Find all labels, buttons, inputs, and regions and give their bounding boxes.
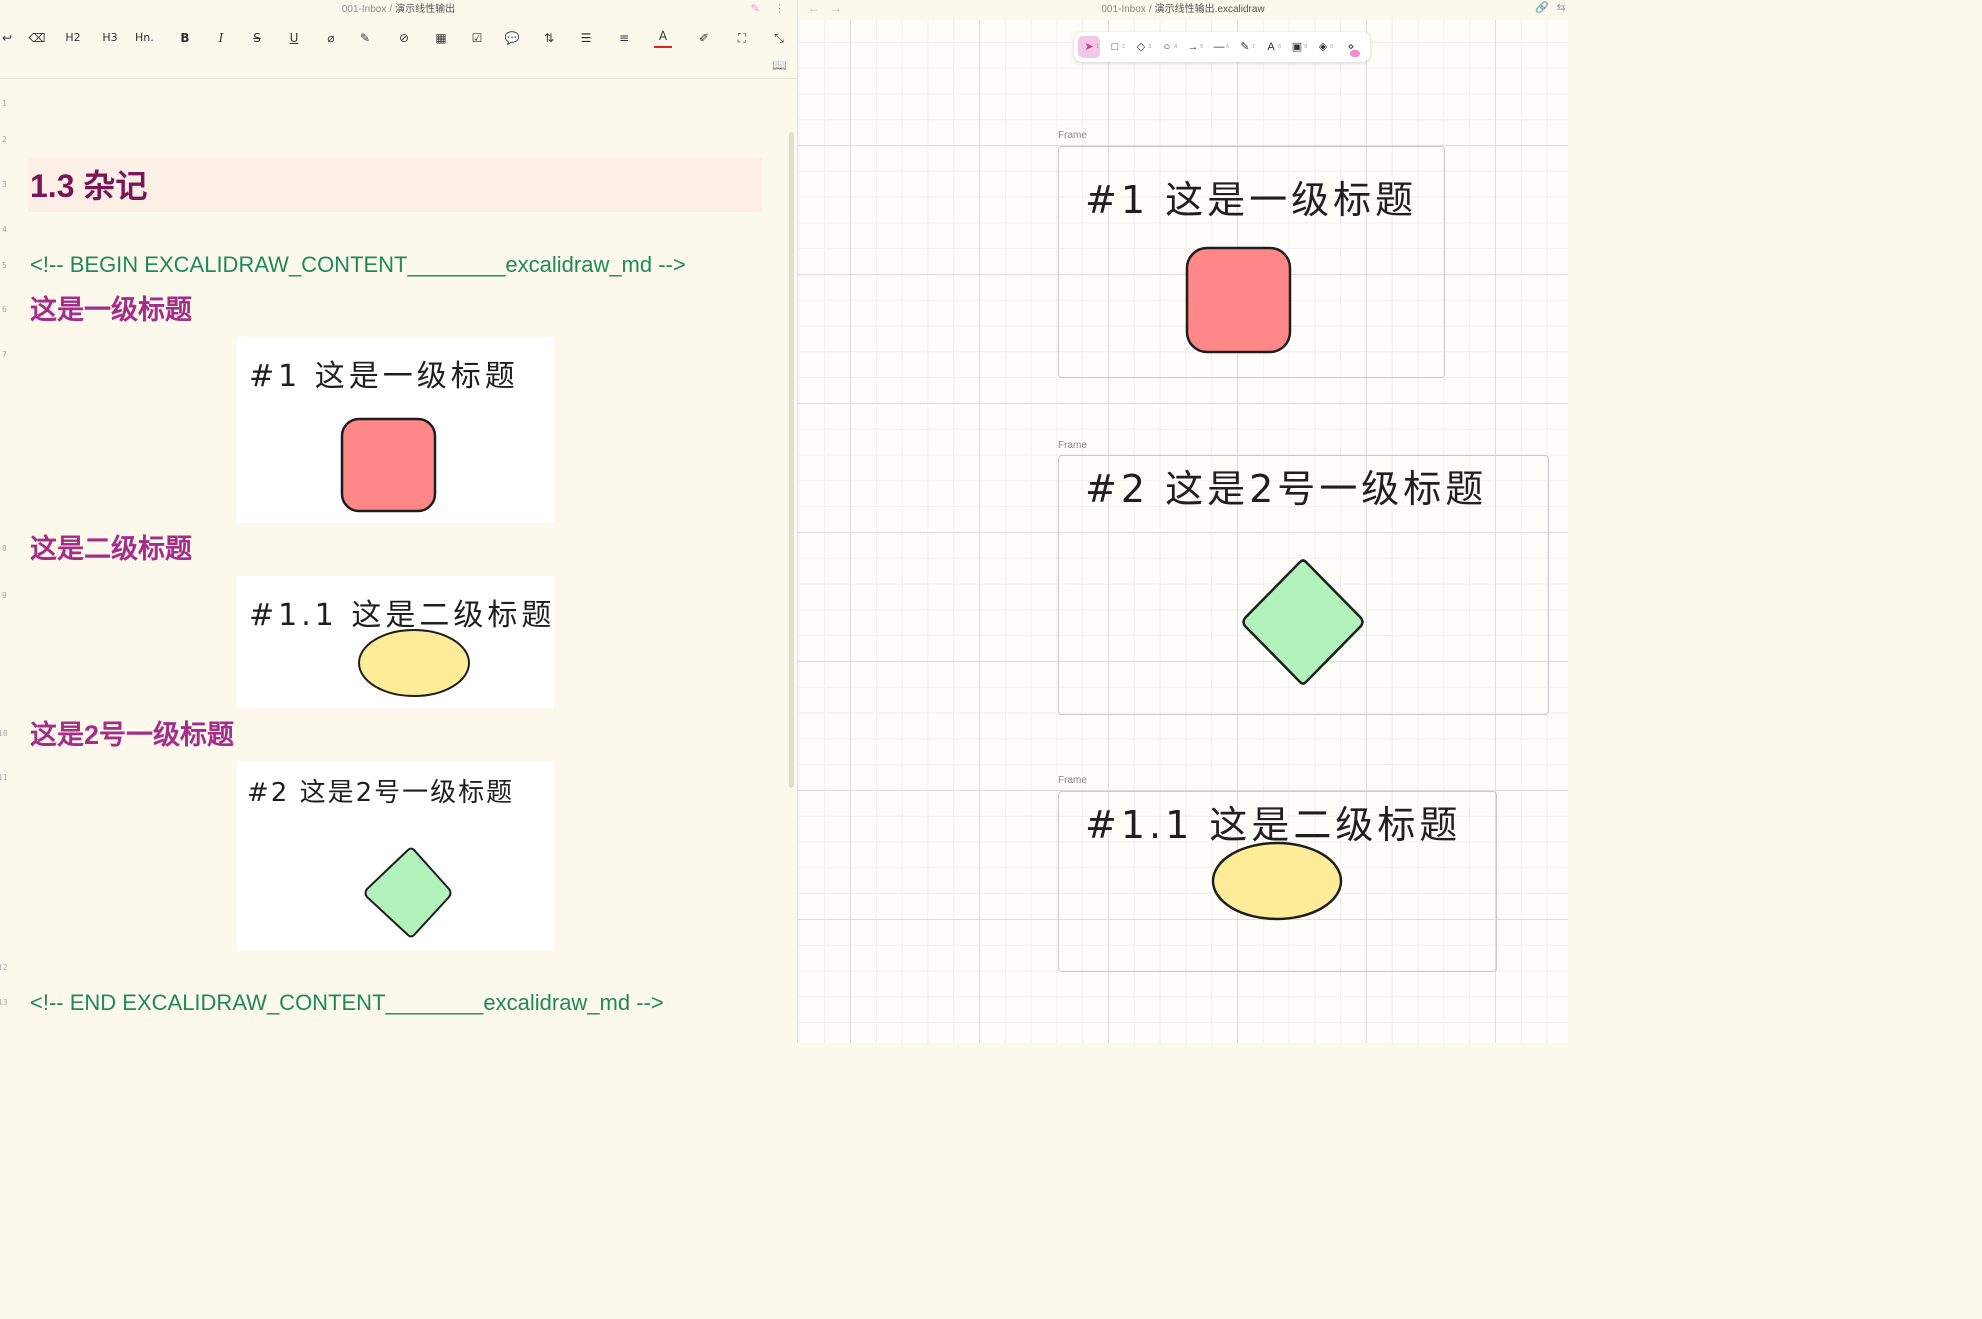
markdown-editor-pane: 001-Inbox / 演示线性输出 ✎ ⋮ ↩ ⌫ H2 H3 Hn. B I S… [0,0,797,1043]
underline-button[interactable]: U [285,28,303,48]
strikethrough-button[interactable]: S [248,28,266,48]
line-number: 1 [2,99,7,108]
section-heading-1[interactable]: 这是一级标题 [30,293,192,327]
more-tools-icon[interactable]: ⋄ [1340,36,1362,58]
excalidraw-canvas-pane[interactable]: 001-Inbox / 演示线性输出.excalidraw ←→ 🔗 ⇆ ➤ 1 □ 2… [798,0,1568,1043]
breadcrumb-separator: / [389,4,393,15]
history-navigation: ←→ [808,1,852,15]
yellow-ellipse-shape [358,629,470,697]
excalidraw-toolbar: ➤ 1 □ 2 ◇ 3 ○ 4 → 5 —6 ✎ 7 A8 ▣ 9 ◈ 0 ⋄ [1074,32,1370,62]
fullscreen-icon[interactable]: ⛶ [733,28,751,48]
toolbar-divider [0,78,797,79]
align-icon[interactable]: ≡ [615,28,633,48]
breadcrumb-folder[interactable]: 001-Inbox [342,4,386,15]
arrow-tool-icon[interactable]: → 5 [1182,36,1204,58]
line-number: 6 [2,305,7,314]
italic-button[interactable]: I [212,28,230,48]
edit-note-icon[interactable]: ✎ [356,28,374,48]
green-diamond-shape[interactable] [1239,558,1367,686]
red-rounded-square-shape[interactable] [1185,246,1293,354]
undo-icon[interactable]: ↩ [0,28,16,48]
rectangle-tool-icon[interactable]: □ 2 [1104,36,1126,58]
attachment-icon[interactable]: ⊘ [395,28,413,48]
line-number: 3 [2,180,7,189]
breadcrumb-folder[interactable]: 001-Inbox [1101,4,1145,15]
section-heading-2[interactable]: 这是二级标题 [30,532,192,566]
line-number: 13 [0,998,8,1007]
reading-view-icon[interactable]: 📖 [772,58,787,72]
draw-tool-icon[interactable]: ✎ 7 [1234,36,1256,58]
frame-text[interactable]: #1 这是一级标题 [1085,169,1417,224]
link-icon[interactable]: 🔗 [1535,1,1549,14]
heading-2-button[interactable]: H2 [64,28,82,48]
heading-n-button[interactable]: Hn. [135,28,154,48]
line-number: 10 [0,729,8,738]
section-heading-3[interactable]: 这是2号一级标题 [30,718,234,752]
green-diamond-shape [364,847,452,938]
callout-icon[interactable]: 💬 [503,28,521,48]
frame-text[interactable]: #2 这是2号一级标题 [1085,458,1487,513]
note-breadcrumb: 001-Inbox / 演示线性输出 [0,0,797,20]
red-rounded-square-shape [340,417,437,513]
frame-label[interactable]: Frame [1058,440,1087,451]
line-number: 12 [0,963,8,972]
frame-2[interactable]: #2 这是2号一级标题 [1058,455,1549,715]
edit-mode-icon[interactable]: ✎ [751,2,760,15]
highlighter-icon[interactable]: ✐ [695,28,713,48]
table-icon[interactable]: ▦ [432,28,450,48]
checklist-icon[interactable]: ☑ [468,28,486,48]
line-tool-icon[interactable]: —6 [1208,36,1230,58]
more-options-icon[interactable]: ⋮ [774,2,785,15]
collapse-icon[interactable]: ⤡ [770,28,788,48]
line-number: 4 [2,225,7,234]
eraser-icon[interactable]: ⌀ [322,28,340,48]
line-number: 8 [2,544,7,553]
text-tool-icon[interactable]: A8 [1260,36,1282,58]
forward-arrow-icon[interactable]: → [830,1,852,15]
selection-tool-icon[interactable]: ➤ 1 [1078,36,1100,58]
line-number: 2 [2,135,7,144]
drawing-embed-2[interactable]: #1.1 这是二级标题 [237,576,554,708]
text-format-icon[interactable]: ⇅ [540,28,558,48]
frame-label[interactable]: Frame [1058,130,1087,141]
heading-3-button[interactable]: H3 [101,28,119,48]
line-number: 9 [2,591,7,600]
back-arrow-icon[interactable]: ← [808,1,830,15]
frame-1[interactable]: #1 这是一级标题 [1058,146,1445,378]
drawing-embed-text: #1 这是一级标题 [249,359,519,394]
yellow-ellipse-shape[interactable] [1211,841,1345,923]
clear-format-icon[interactable]: ⌫ [28,28,46,48]
ellipse-tool-icon[interactable]: ○ 4 [1156,36,1178,58]
drawing-embed-text: #2 这是2号一级标题 [247,778,515,808]
editor-toolbar: ↩ ⌫ H2 H3 Hn. B I S U ⌀ ✎ ⊘ ▦ ☑ 💬 ⇅ ☰ ≡ … [0,22,797,54]
list-icon[interactable]: ☰ [577,28,595,48]
drawing-embed-text: #1.1 这是二级标题 [249,598,556,633]
breadcrumb-separator: / [1148,4,1152,15]
frame-3[interactable]: #1.1 这是二级标题 [1058,791,1497,972]
note-header-actions: ✎ ⋮ [751,2,785,15]
drawing-embed-3[interactable]: #2 这是2号一级标题 [237,762,554,950]
bold-button[interactable]: B [176,28,194,48]
eraser-tool-icon[interactable]: ◈ 0 [1312,36,1334,58]
breadcrumb-file[interactable]: 演示线性输出 [395,4,455,15]
breadcrumb-file[interactable]: 演示线性输出.excalidraw [1155,4,1265,15]
line-number: 7 [2,350,7,359]
editor-scrollbar[interactable] [789,132,794,788]
drawing-embed-1[interactable]: #1 这是一级标题 [237,337,554,523]
image-tool-icon[interactable]: ▣ 9 [1286,36,1308,58]
excalidraw-end-comment[interactable]: <!-- END EXCALIDRAW_CONTENT________excal… [30,990,664,1016]
line-number: 5 [2,261,7,270]
ai-badge [1350,50,1360,57]
view-mode-icon[interactable]: ⇆ [1557,1,1566,14]
frame-label[interactable]: Frame [1058,775,1087,786]
font-color-button[interactable]: A [654,28,672,48]
note-heading[interactable]: 1.3 杂记 [30,164,147,208]
excalidraw-begin-comment[interactable]: <!-- BEGIN EXCALIDRAW_CONTENT________exc… [30,252,686,278]
drawing-header-actions: 🔗 ⇆ [1535,1,1566,14]
diamond-tool-icon[interactable]: ◇ 3 [1130,36,1152,58]
drawing-breadcrumb: 001-Inbox / 演示线性输出.excalidraw [798,0,1568,20]
line-number: 11 [0,773,8,782]
